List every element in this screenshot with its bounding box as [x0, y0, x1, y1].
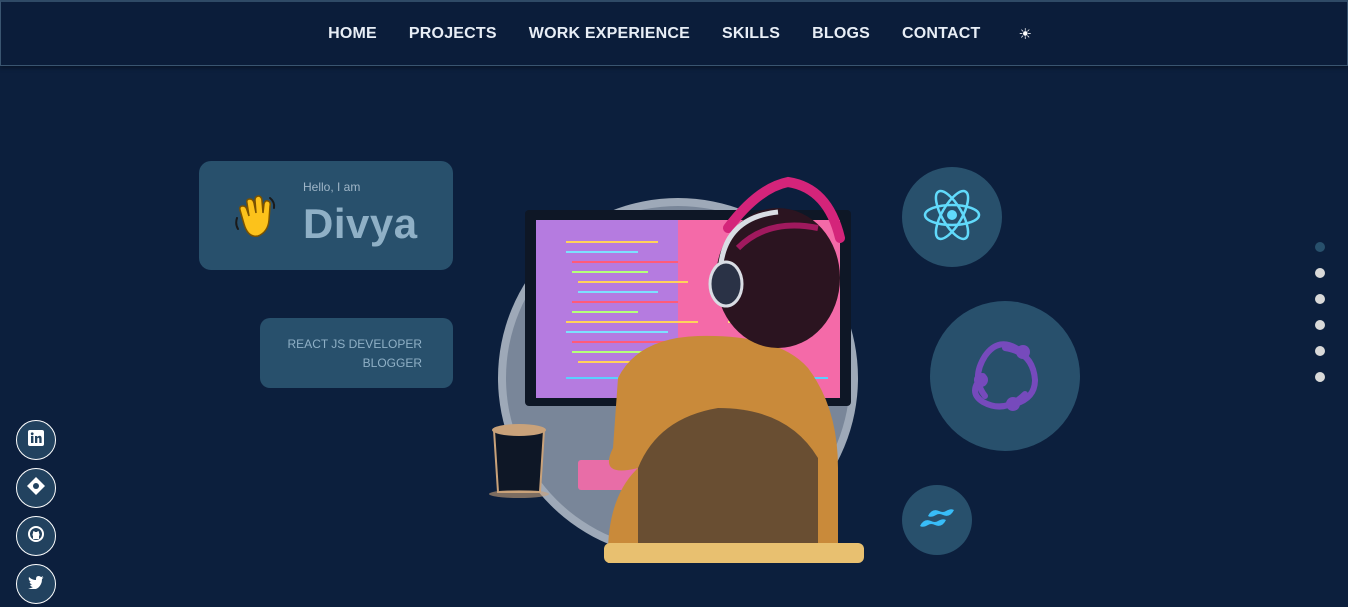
- linkedin-link[interactable]: [16, 420, 56, 460]
- nav-links: HOME PROJECTS WORK EXPERIENCE SKILLS BLO…: [328, 25, 1032, 43]
- nav-work-experience[interactable]: WORK EXPERIENCE: [529, 25, 690, 43]
- nav-contact[interactable]: CONTACT: [902, 25, 980, 43]
- github-icon: [28, 525, 44, 547]
- nav-skills[interactable]: SKILLS: [722, 25, 780, 43]
- greeting-text: Hello, I am: [303, 180, 361, 194]
- section-dot-navigation: [1315, 242, 1325, 398]
- section-dot-6[interactable]: [1315, 372, 1325, 382]
- section-dot-5[interactable]: [1315, 346, 1325, 356]
- role-card: [260, 318, 453, 388]
- nav-blogs[interactable]: BLOGS: [812, 25, 870, 43]
- nav-home[interactable]: HOME: [328, 25, 377, 43]
- hashnode-link[interactable]: [16, 468, 56, 508]
- social-links: [16, 420, 56, 607]
- tailwind-icon: [918, 506, 956, 535]
- section-dot-4[interactable]: [1315, 320, 1325, 330]
- twitter-link[interactable]: [16, 564, 56, 604]
- navbar: HOME PROJECTS WORK EXPERIENCE SKILLS BLO…: [0, 0, 1348, 66]
- hashnode-icon: [27, 476, 45, 500]
- role-react-developer: REACT JS DEVELOPER: [287, 337, 422, 351]
- theme-toggle-sun-icon[interactable]: ☀: [1018, 25, 1031, 43]
- react-icon: [922, 187, 982, 248]
- react-circle: [902, 167, 1002, 267]
- role-blogger: BLOGGER: [362, 356, 422, 370]
- section-dot-2[interactable]: [1315, 268, 1325, 278]
- tailwind-circle: [902, 485, 972, 555]
- nav-projects[interactable]: PROJECTS: [409, 25, 497, 43]
- twitter-icon: [28, 575, 44, 594]
- redux-circle: [930, 301, 1080, 451]
- linkedin-icon: [28, 429, 44, 451]
- section-dot-3[interactable]: [1315, 294, 1325, 304]
- redux-icon: [963, 334, 1047, 419]
- name-heading: Divya: [303, 200, 418, 247]
- github-link[interactable]: [16, 516, 56, 556]
- developer-illustration: [489, 176, 864, 563]
- section-dot-1[interactable]: [1315, 242, 1325, 252]
- waving-hand-icon: [234, 194, 278, 245]
